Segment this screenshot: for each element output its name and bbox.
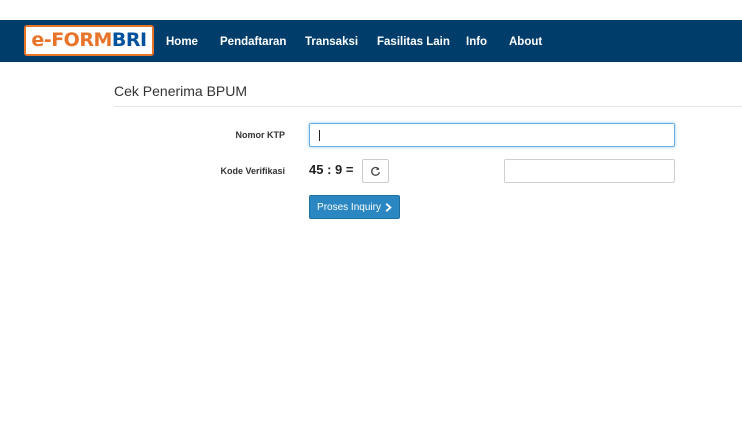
page-title: Cek Penerima BPUM: [114, 83, 248, 99]
text-caret: [319, 130, 320, 141]
eformbri-logo[interactable]: e-FORMBRI: [24, 25, 154, 56]
captcha-answer-input[interactable]: [504, 159, 675, 183]
nomor-ktp-label: Nomor KTP: [235, 130, 286, 140]
proses-inquiry-button[interactable]: Proses Inquiry: [309, 195, 400, 219]
chevron-right-icon: [385, 202, 392, 212]
nav-pendaftaran[interactable]: Pendaftaran: [220, 20, 286, 62]
nav-fasilitas-lain[interactable]: Fasilitas Lain: [377, 20, 450, 62]
nav-info[interactable]: Info: [466, 20, 487, 62]
refresh-icon: [371, 166, 380, 176]
refresh-captcha-button[interactable]: [362, 159, 389, 183]
top-navbar: e-FORMBRI Home Pendaftaran Transaksi Fas…: [0, 20, 742, 62]
title-divider: [114, 106, 742, 107]
captcha-question: 45 : 9 =: [309, 162, 354, 177]
nomor-ktp-input[interactable]: [309, 123, 675, 147]
proses-inquiry-label: Proses Inquiry: [317, 201, 381, 213]
kode-verifikasi-label: Kode Verifikasi: [220, 166, 285, 176]
nav-about[interactable]: About: [509, 20, 542, 62]
nav-transaksi[interactable]: Transaksi: [305, 20, 358, 62]
logo-text: e-FORMBRI: [31, 29, 147, 51]
nav-home[interactable]: Home: [166, 20, 198, 62]
